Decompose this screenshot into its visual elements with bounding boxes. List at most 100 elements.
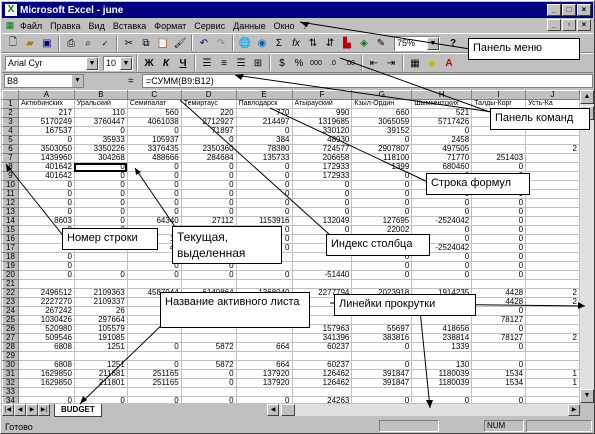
menu-edit[interactable]: Правка xyxy=(46,21,84,31)
cell[interactable]: 130 xyxy=(411,360,473,370)
next-sheet-icon[interactable]: ▶ xyxy=(26,404,38,416)
cell[interactable]: 0 xyxy=(181,171,237,181)
menu-help[interactable]: ? xyxy=(299,21,312,31)
column-header[interactable]: I xyxy=(471,90,527,100)
cell[interactable]: 0 xyxy=(411,207,473,217)
cell[interactable]: 132049 xyxy=(292,216,353,226)
cell[interactable]: 990 xyxy=(292,108,353,118)
bold-button[interactable]: Ж xyxy=(141,55,157,71)
sort-descending-icon[interactable]: ⇵ xyxy=(322,35,338,51)
cell[interactable]: 0 xyxy=(351,342,413,352)
cell[interactable] xyxy=(525,135,580,145)
cell[interactable]: -51440 xyxy=(292,270,353,280)
cell[interactable]: 35933 xyxy=(74,135,128,145)
cell[interactable]: 3760447 xyxy=(74,117,128,127)
vertical-scrollbar[interactable]: ▲ ▼ xyxy=(580,90,594,403)
row-header[interactable]: 28 xyxy=(2,342,19,352)
cell[interactable]: 0 xyxy=(471,225,527,235)
column-header[interactable]: A xyxy=(17,90,75,100)
cell[interactable]: 0 xyxy=(18,261,75,271)
doc-close-button[interactable]: × xyxy=(577,19,591,31)
cell[interactable] xyxy=(351,387,413,397)
cell[interactable]: 3503050 xyxy=(18,144,75,154)
cell[interactable]: 2496512 xyxy=(18,288,75,298)
cell[interactable]: 2712927 xyxy=(181,117,237,127)
cell[interactable] xyxy=(525,216,580,226)
cell[interactable]: 78380 xyxy=(236,144,293,154)
cell[interactable]: 680460 xyxy=(411,162,473,172)
row-header[interactable]: 3 xyxy=(2,117,19,127)
cell[interactable]: 0 xyxy=(471,261,527,271)
cell[interactable] xyxy=(525,180,580,190)
row-header[interactable]: 22 xyxy=(2,288,19,298)
row-header[interactable]: 1 xyxy=(2,99,19,109)
cell[interactable]: 251403 xyxy=(471,153,527,163)
cell[interactable] xyxy=(74,387,128,397)
cell[interactable] xyxy=(525,171,580,181)
cell[interactable]: 660 xyxy=(351,108,413,118)
cell[interactable]: 3376435 xyxy=(127,144,182,154)
cell[interactable]: 297664 xyxy=(74,315,128,325)
row-header[interactable]: 10 xyxy=(2,180,19,190)
cell[interactable]: Уральский xyxy=(74,99,128,109)
cell[interactable]: 1 xyxy=(525,378,580,388)
doc-restore-button[interactable]: ▫ xyxy=(562,19,576,31)
cell[interactable] xyxy=(525,324,580,334)
row-header[interactable]: 12 xyxy=(2,198,19,208)
minimize-button[interactable]: _ xyxy=(547,4,561,16)
chart-wizard-icon[interactable]: ▙ xyxy=(339,35,355,51)
cell[interactable] xyxy=(525,387,580,397)
cell[interactable] xyxy=(18,351,75,361)
align-left-icon[interactable]: ☰ xyxy=(199,55,215,71)
cell[interactable]: 0 xyxy=(351,207,413,217)
scroll-up-icon[interactable]: ▲ xyxy=(580,90,594,104)
cell[interactable] xyxy=(292,387,353,397)
cell[interactable]: 391847 xyxy=(351,378,413,388)
doc-minimize-button[interactable]: _ xyxy=(547,19,561,31)
cell[interactable]: 0 xyxy=(411,261,473,271)
column-header[interactable]: D xyxy=(180,90,237,100)
cell[interactable]: 39152 xyxy=(351,126,413,136)
cell[interactable]: 0 xyxy=(471,270,527,280)
cell[interactable]: 0 xyxy=(74,198,128,208)
cell[interactable]: 0 xyxy=(74,216,128,226)
cell[interactable]: 330120 xyxy=(292,126,353,136)
underline-button[interactable]: Ч xyxy=(175,55,191,71)
menu-data[interactable]: Данные xyxy=(229,21,270,31)
cell[interactable]: 0 xyxy=(127,189,182,199)
cell[interactable]: 0 xyxy=(471,324,527,334)
cell[interactable]: 0 xyxy=(74,171,128,181)
percent-button[interactable]: % xyxy=(291,55,307,71)
row-header[interactable]: 11 xyxy=(2,189,19,199)
cell[interactable]: 2109363 xyxy=(74,288,128,298)
print-preview-icon[interactable]: ⌕ xyxy=(80,35,96,51)
cell[interactable]: 0 xyxy=(471,198,527,208)
cell[interactable]: 304268 xyxy=(74,153,128,163)
cell[interactable] xyxy=(74,279,128,289)
cell[interactable]: Павлодарск xyxy=(236,99,293,109)
cell[interactable]: 3065059 xyxy=(351,117,413,127)
chevron-down-icon[interactable]: ▼ xyxy=(72,75,83,87)
cell[interactable] xyxy=(74,261,128,271)
cell[interactable] xyxy=(471,279,527,289)
cell[interactable]: 172933 xyxy=(292,162,353,172)
maximize-button[interactable]: □ xyxy=(562,4,576,16)
cell[interactable]: -2524042 xyxy=(411,216,473,226)
cell[interactable]: 0 xyxy=(471,360,527,370)
cell[interactable] xyxy=(411,351,473,361)
cell[interactable]: 0 xyxy=(181,207,237,217)
cell[interactable]: 401642 xyxy=(18,171,75,181)
cell[interactable]: 0 xyxy=(74,189,128,199)
cell[interactable]: 126462 xyxy=(292,369,353,379)
cell[interactable]: 341396 xyxy=(292,333,353,343)
cell[interactable]: 0 xyxy=(127,171,182,181)
cell[interactable]: 0 xyxy=(18,207,75,217)
cell[interactable]: 172933 xyxy=(292,171,353,181)
cell[interactable]: 0 xyxy=(411,198,473,208)
cell[interactable]: 2 xyxy=(525,144,580,154)
cell[interactable]: 2907807 xyxy=(351,144,413,154)
cell[interactable]: 0 xyxy=(236,180,293,190)
row-header[interactable]: 2 xyxy=(2,108,19,118)
row-header[interactable]: 30 xyxy=(2,360,19,370)
cell[interactable]: 64340 xyxy=(127,216,182,226)
